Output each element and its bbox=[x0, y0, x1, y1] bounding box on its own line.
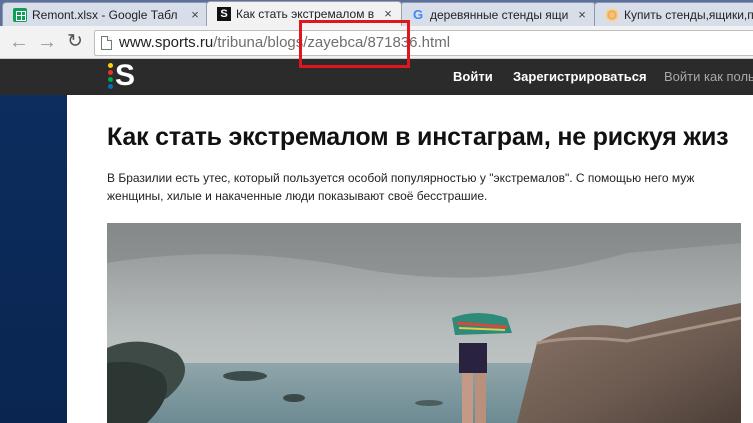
logo-letter: S bbox=[115, 59, 136, 92]
article-title: Как стать экстремалом в инстаграм, не ри… bbox=[107, 123, 729, 151]
tab-title: Remont.xlsx - Google Табл bbox=[32, 7, 178, 22]
lead-line: женщины, хилые и накаченные люди показыв… bbox=[107, 189, 488, 203]
logo-dot bbox=[108, 70, 113, 75]
tab-google-search[interactable]: G деревянные стенды ящи × bbox=[400, 2, 596, 26]
logo-dot bbox=[108, 84, 113, 89]
address-bar[interactable]: www.sports.ru/tribuna/blogs/zayebca/8718… bbox=[94, 30, 753, 56]
shop-icon bbox=[605, 7, 619, 22]
page-icon bbox=[101, 36, 112, 50]
reload-icon[interactable]: ↻ bbox=[64, 32, 86, 54]
tab-shop[interactable]: Купить стенды,ящики,п bbox=[594, 2, 753, 26]
tab-title: деревянные стенды ящи bbox=[430, 7, 569, 22]
article: Как стать экстремалом в инстаграм, не ри… bbox=[67, 95, 753, 423]
lead-line: В Бразилии есть утес, который пользуется… bbox=[107, 171, 695, 185]
forward-icon[interactable]: → bbox=[36, 32, 58, 54]
sports-ru-icon: S bbox=[217, 7, 231, 21]
register-link[interactable]: Зарегистрироваться bbox=[513, 69, 647, 84]
close-icon[interactable]: × bbox=[575, 7, 589, 22]
tab-remont-xlsx[interactable]: Remont.xlsx - Google Табл × bbox=[2, 2, 209, 26]
back-icon[interactable]: ← bbox=[8, 32, 30, 54]
google-sheets-icon bbox=[13, 7, 27, 22]
page-background-left bbox=[0, 95, 67, 423]
close-icon[interactable]: × bbox=[381, 7, 395, 21]
logo-dot bbox=[108, 63, 113, 68]
tab-title: Купить стенды,ящики,п bbox=[624, 7, 753, 22]
logo-dot bbox=[108, 77, 113, 82]
close-icon[interactable]: × bbox=[188, 7, 202, 22]
url-host: www.sports.ru bbox=[119, 34, 214, 51]
login-link[interactable]: Войти bbox=[453, 69, 493, 84]
red-highlight-box bbox=[299, 20, 410, 68]
article-lead: В Бразилии есть утес, который пользуется… bbox=[107, 169, 753, 205]
tab-title: Как стать экстремалом в bbox=[236, 7, 375, 21]
article-photo[interactable] bbox=[107, 223, 741, 423]
sports-ru-logo[interactable]: S bbox=[106, 59, 138, 93]
google-icon: G bbox=[412, 6, 424, 22]
cliff-photo-illustration bbox=[107, 223, 741, 423]
login-as-link[interactable]: Войти как польз bbox=[664, 69, 753, 84]
